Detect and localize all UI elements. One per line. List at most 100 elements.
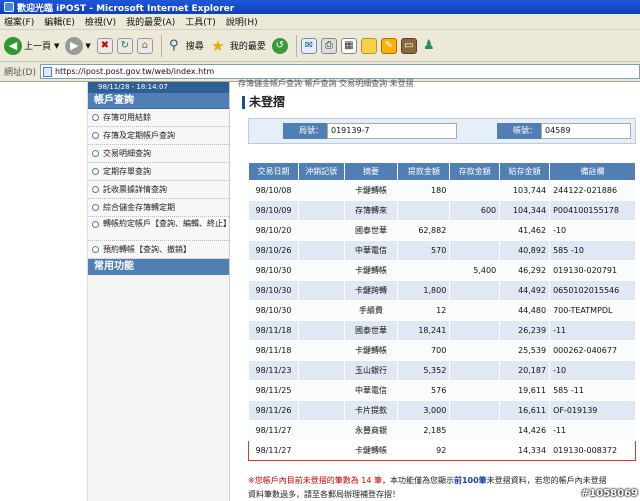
cell-withdrawal: 92 bbox=[397, 440, 451, 461]
toolbar-separator bbox=[160, 34, 162, 57]
favorites-button[interactable]: ★ 我的最愛 bbox=[210, 37, 266, 55]
cell-remarks: 700-TEATMPDL bbox=[549, 300, 636, 321]
bullet-icon bbox=[92, 168, 99, 175]
back-button[interactable]: ◀ 上一頁 ▼ bbox=[4, 36, 59, 55]
messenger-icon[interactable]: ♟ bbox=[421, 38, 437, 54]
discuss-icon[interactable] bbox=[360, 37, 377, 54]
cell-reversal bbox=[297, 400, 345, 421]
refresh-icon[interactable]: ↻ bbox=[116, 37, 133, 54]
cell-reversal bbox=[297, 220, 345, 241]
cell-deposit bbox=[449, 220, 501, 241]
address-label: 網址(D) bbox=[4, 68, 36, 78]
cell-deposit bbox=[449, 280, 501, 301]
page-icon bbox=[42, 66, 52, 77]
cell-summary: 永豐商銀 bbox=[343, 420, 399, 441]
table-row: 98/10/30 手續費 12 44,480 700-TEATMPDL bbox=[248, 300, 636, 321]
menu-help[interactable]: 說明(H) bbox=[226, 15, 258, 28]
search-icon: ⚲ bbox=[169, 38, 179, 53]
cell-withdrawal: 3,000 bbox=[397, 400, 451, 421]
left-frame bbox=[0, 82, 88, 501]
window-title: 歡迎光臨 iPOST - Microsoft Internet Explorer bbox=[17, 3, 235, 14]
cell-withdrawal: 576 bbox=[397, 380, 451, 401]
address-input[interactable]: https://ipost.post.gov.tw/web/index.htm bbox=[39, 64, 640, 79]
cell-date: 98/11/27 bbox=[248, 420, 299, 441]
cell-balance: 44,480 bbox=[499, 300, 551, 321]
stop-icon[interactable]: ✖ bbox=[96, 37, 113, 54]
bookshelf-icon[interactable]: ▭ bbox=[400, 37, 417, 54]
bullet-icon bbox=[92, 150, 99, 157]
sidebar-datetime: 98/11/28 - 18:14:07 bbox=[88, 82, 229, 93]
forward-dropdown-icon[interactable]: ▼ bbox=[85, 42, 90, 50]
sidebar-item-transactions[interactable]: 交易明細查詢 bbox=[88, 145, 229, 163]
back-dropdown-icon[interactable]: ▼ bbox=[54, 42, 59, 50]
cell-summary: 卡鍵轉帳 bbox=[343, 260, 399, 281]
cell-date: 98/11/18 bbox=[248, 320, 299, 341]
search-label: 搜尋 bbox=[185, 42, 204, 52]
sidebar-item-linked-accounts[interactable]: 轉帳約定帳戶【查詢、編輯、終止】 bbox=[88, 217, 231, 241]
menu-favorites[interactable]: 我的最愛(A) bbox=[126, 15, 175, 28]
cell-remarks: 019130-020791 bbox=[549, 260, 636, 281]
note-prefix: ※ bbox=[248, 476, 255, 485]
sidebar-item-label: 存簿可用結餘 bbox=[103, 113, 151, 122]
note-middle: ，本功能僅為您顯示 bbox=[381, 476, 454, 485]
account-info: 局號： 019139-7 帳號： 04589 bbox=[248, 118, 636, 144]
cell-date: 98/11/25 bbox=[248, 380, 299, 401]
cell-date: 98/11/18 bbox=[248, 340, 299, 361]
cell-summary: 手續費 bbox=[343, 300, 399, 321]
address-url: https://ipost.post.gov.tw/web/index.htm bbox=[54, 67, 215, 76]
history-icon[interactable]: ↺ bbox=[271, 37, 288, 54]
cell-summary: 存簿轉來 bbox=[343, 200, 399, 221]
cell-remarks: 019130-008372 bbox=[549, 440, 636, 461]
menu-view[interactable]: 檢視(V) bbox=[85, 15, 116, 28]
cell-balance: 16,611 bbox=[499, 400, 551, 421]
cell-date: 98/10/20 bbox=[248, 220, 299, 241]
forward-button[interactable]: ▶ ▼ bbox=[65, 36, 91, 55]
cell-withdrawal: 1,800 bbox=[397, 280, 451, 301]
sidebar-item-scheduled-transfer[interactable]: 預約轉帳【查詢、撤銷】 bbox=[88, 241, 229, 259]
cell-summary: 國泰世華 bbox=[343, 220, 399, 241]
cell-deposit: 5,400 bbox=[449, 260, 501, 281]
cell-remarks: P004100155178 bbox=[549, 200, 636, 221]
print-icon[interactable]: ⎙ bbox=[320, 37, 337, 54]
cell-summary: 中華電信 bbox=[343, 380, 399, 401]
menu-tools[interactable]: 工具(T) bbox=[185, 15, 216, 28]
branch-value: 019139-7 bbox=[327, 123, 457, 139]
note-suffix: 未登摺資料，若您的帳戶內未登摺 bbox=[486, 476, 607, 485]
cell-date: 98/10/08 bbox=[248, 180, 299, 201]
search-button[interactable]: ⚲ 搜尋 bbox=[166, 38, 204, 54]
edit-icon[interactable]: ▦ bbox=[340, 37, 357, 54]
sidebar-item-account-query[interactable]: 存簿及定期帳戶查詢 bbox=[88, 127, 229, 145]
cell-withdrawal: 5,352 bbox=[397, 360, 451, 381]
cell-reversal bbox=[297, 260, 345, 281]
cell-balance: 25,539 bbox=[499, 340, 551, 361]
sidebar-item-label: 存簿及定期帳戶查詢 bbox=[103, 131, 175, 140]
menu-file[interactable]: 檔案(F) bbox=[4, 15, 34, 28]
table-row: 98/11/25 中華電信 576 19,611 585 -11 bbox=[248, 380, 636, 401]
cell-date: 98/10/30 bbox=[248, 280, 299, 301]
cell-remarks: 000262-040677 bbox=[549, 340, 636, 361]
sidebar-item-label: 交易明細查詢 bbox=[103, 149, 151, 158]
mail-icon[interactable]: ✉ bbox=[300, 37, 317, 54]
cell-remarks: -10 bbox=[549, 360, 636, 381]
cell-balance: 14,426 bbox=[499, 420, 551, 441]
cell-date: 98/10/30 bbox=[248, 300, 299, 321]
transaction-table: 交易日期 沖銷記號 摘要 提款金額 存款金額 結存金額 備註欄 98/10/08… bbox=[248, 162, 636, 461]
menu-edit[interactable]: 編輯(E) bbox=[44, 15, 75, 28]
cell-balance: 40,892 bbox=[499, 240, 551, 261]
cell-deposit bbox=[449, 180, 501, 201]
cell-reversal bbox=[297, 320, 345, 341]
cell-reversal bbox=[297, 180, 345, 201]
home-icon[interactable]: ⌂ bbox=[136, 37, 153, 54]
sidebar-item-transfer-to-fixed[interactable]: 綜合儲金存簿轉定期 bbox=[88, 199, 229, 217]
cell-date: 98/10/26 bbox=[248, 240, 299, 261]
sidebar-header-common[interactable]: 常用功能 bbox=[88, 259, 229, 275]
sidebar-header-account: 帳戶查詢 bbox=[88, 93, 229, 109]
bullet-icon bbox=[92, 204, 99, 211]
sidebar-item-balance[interactable]: 存簿可用結餘 bbox=[88, 109, 229, 127]
sidebar-item-time-deposit[interactable]: 定期存單查詢 bbox=[88, 163, 229, 181]
research-icon[interactable]: ✎ bbox=[380, 37, 397, 54]
sidebar-item-bills[interactable]: 託收票據詳情查詢 bbox=[88, 181, 229, 199]
cell-deposit bbox=[449, 240, 501, 261]
bullet-icon bbox=[92, 132, 99, 139]
cell-withdrawal: 180 bbox=[397, 180, 451, 201]
